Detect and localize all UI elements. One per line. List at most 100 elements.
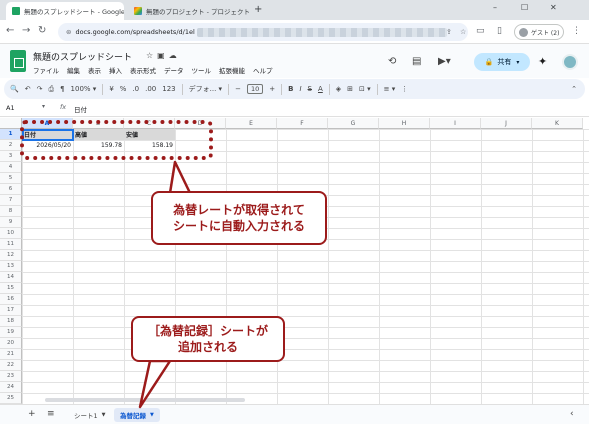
formula-input[interactable]: 日付 <box>74 104 87 114</box>
undo-icon[interactable]: ↶ <box>25 85 31 93</box>
row-header-1[interactable]: 1 <box>0 129 22 140</box>
redo-icon[interactable]: ↷ <box>37 85 43 93</box>
menu-help[interactable]: ヘルプ <box>253 65 273 75</box>
site-info-icon[interactable]: ⊜ <box>66 28 71 36</box>
row-header-2[interactable]: 2 <box>0 140 22 151</box>
column-header-e[interactable]: E <box>226 118 277 129</box>
font-select[interactable]: デフォ... ▾ <box>189 84 222 94</box>
menu-data[interactable]: データ <box>164 65 184 75</box>
sheets-logo-icon[interactable] <box>10 50 26 72</box>
search-menus-icon[interactable]: 🔍 <box>10 85 19 93</box>
tab-search-icon[interactable]: ▭ <box>476 26 485 36</box>
meet-icon[interactable]: ▶▾ <box>438 56 451 67</box>
font-size-increase-button[interactable]: + <box>269 85 275 93</box>
row-header-9[interactable]: 9 <box>0 217 22 228</box>
increase-decimal-button[interactable]: .00 <box>145 85 156 93</box>
row-header-13[interactable]: 13 <box>0 261 22 272</box>
guest-profile-button[interactable]: ゲスト (2) <box>514 24 564 40</box>
row-header-19[interactable]: 19 <box>0 327 22 338</box>
row-header-14[interactable]: 14 <box>0 272 22 283</box>
font-size-input[interactable]: 10 <box>246 84 264 94</box>
account-avatar[interactable] <box>562 54 578 70</box>
row-header-20[interactable]: 20 <box>0 338 22 349</box>
sheet-tab-exchange-record[interactable]: 為替記録 ▼ <box>114 408 160 422</box>
menu-file[interactable]: ファイル <box>33 65 59 75</box>
share-page-icon[interactable]: ⇪ <box>446 28 452 36</box>
column-header-i[interactable]: I <box>430 118 481 129</box>
minimize-button[interactable]: – <box>493 3 497 12</box>
print-icon[interactable]: ⎙ <box>48 85 54 94</box>
close-window-button[interactable]: ✕ <box>550 3 557 12</box>
strikethrough-button[interactable]: S <box>308 85 312 93</box>
star-icon[interactable]: ☆ <box>146 51 157 60</box>
menu-insert[interactable]: 挿入 <box>109 65 122 75</box>
row-header-16[interactable]: 16 <box>0 294 22 305</box>
new-tab-button[interactable]: + <box>254 4 262 15</box>
row-header-11[interactable]: 11 <box>0 239 22 250</box>
name-box-dropdown-icon[interactable]: ▾ <box>42 103 45 110</box>
row-header-3[interactable]: 3 <box>0 151 22 162</box>
row-header-8[interactable]: 8 <box>0 206 22 217</box>
row-header-10[interactable]: 10 <box>0 228 22 239</box>
fill-color-icon[interactable]: ◈ <box>336 85 341 93</box>
zoom-select[interactable]: 100% ▾ <box>71 85 97 93</box>
paint-format-icon[interactable]: ¶ <box>60 85 64 93</box>
collapse-toolbar-icon[interactable]: ⌃ <box>571 85 577 93</box>
spreadsheet-grid[interactable]: 日付 高値 安値 2026/05/20 159.78 158.19 ABCDEF… <box>0 118 589 406</box>
all-sheets-icon[interactable]: ≡ <box>47 409 55 419</box>
browser-tab-project[interactable]: 無題のプロジェクト - プロジェクト編集 ✕ <box>128 2 250 20</box>
explore-collapse-icon[interactable]: ‹ <box>570 409 574 419</box>
url-input[interactable]: ⊜ docs.google.com/spreadsheets/d/1el <box>58 23 468 41</box>
column-header-j[interactable]: J <box>481 118 532 129</box>
row-header-21[interactable]: 21 <box>0 349 22 360</box>
menu-extensions[interactable]: 拡張機能 <box>219 65 245 75</box>
row-header-4[interactable]: 4 <box>0 162 22 173</box>
sidebar-icon[interactable]: ▯ <box>497 26 502 36</box>
history-icon[interactable]: ⟲ <box>388 56 396 67</box>
document-title[interactable]: 無題のスプレッドシート <box>33 50 132 63</box>
move-folder-icon[interactable]: ▣ <box>157 51 169 60</box>
row-header-12[interactable]: 12 <box>0 250 22 261</box>
row-header-25[interactable]: 25 <box>0 393 22 404</box>
menu-tools[interactable]: ツール <box>192 65 212 75</box>
sheet-tab-sheet1[interactable]: シート1 ▼ <box>68 408 112 422</box>
row-header-15[interactable]: 15 <box>0 283 22 294</box>
number-format-button[interactable]: 123 <box>162 85 175 93</box>
cell-area[interactable]: 日付 高値 安値 2026/05/20 159.78 158.19 <box>22 129 589 406</box>
row-header-22[interactable]: 22 <box>0 360 22 371</box>
more-options-icon[interactable]: ⋮ <box>401 85 408 93</box>
column-header-k[interactable]: K <box>532 118 583 129</box>
select-all-corner[interactable] <box>0 118 22 129</box>
font-size-decrease-button[interactable]: − <box>235 85 241 93</box>
row-header-18[interactable]: 18 <box>0 316 22 327</box>
comments-icon[interactable]: ▤ <box>412 56 421 67</box>
italic-button[interactable]: I <box>299 85 301 93</box>
row-header-7[interactable]: 7 <box>0 195 22 206</box>
menu-view[interactable]: 表示 <box>88 65 101 75</box>
browser-tab-sheets[interactable]: 無題のスプレッドシート - Google ス ✕ <box>6 2 124 20</box>
bookmark-star-icon[interactable]: ☆ <box>460 28 466 36</box>
column-header-h[interactable]: H <box>379 118 430 129</box>
vertical-scrollbar[interactable] <box>582 118 588 218</box>
column-header-g[interactable]: G <box>328 118 379 129</box>
horizontal-scrollbar[interactable] <box>45 398 245 402</box>
browser-menu-icon[interactable]: ⋮ <box>572 26 581 36</box>
name-box[interactable]: A1 <box>6 104 15 112</box>
percent-format-button[interactable]: % <box>120 85 127 93</box>
row-header-6[interactable]: 6 <box>0 184 22 195</box>
reload-icon[interactable]: ↻ <box>38 25 46 36</box>
row-header-5[interactable]: 5 <box>0 173 22 184</box>
maximize-button[interactable]: ☐ <box>521 3 528 12</box>
decrease-decimal-button[interactable]: .0 <box>132 85 139 93</box>
borders-icon[interactable]: ⊞ <box>347 85 353 93</box>
menu-format[interactable]: 表示形式 <box>130 65 156 75</box>
row-header-23[interactable]: 23 <box>0 371 22 382</box>
merge-cells-icon[interactable]: ⊡ ▾ <box>359 85 371 93</box>
column-header-f[interactable]: F <box>277 118 328 129</box>
cloud-status-icon[interactable]: ☁ <box>169 51 181 60</box>
forward-icon[interactable]: → <box>22 25 30 36</box>
align-icon[interactable]: ≡ ▾ <box>384 85 396 93</box>
back-icon[interactable]: ← <box>6 25 14 36</box>
row-header-24[interactable]: 24 <box>0 382 22 393</box>
bold-button[interactable]: B <box>288 85 293 93</box>
